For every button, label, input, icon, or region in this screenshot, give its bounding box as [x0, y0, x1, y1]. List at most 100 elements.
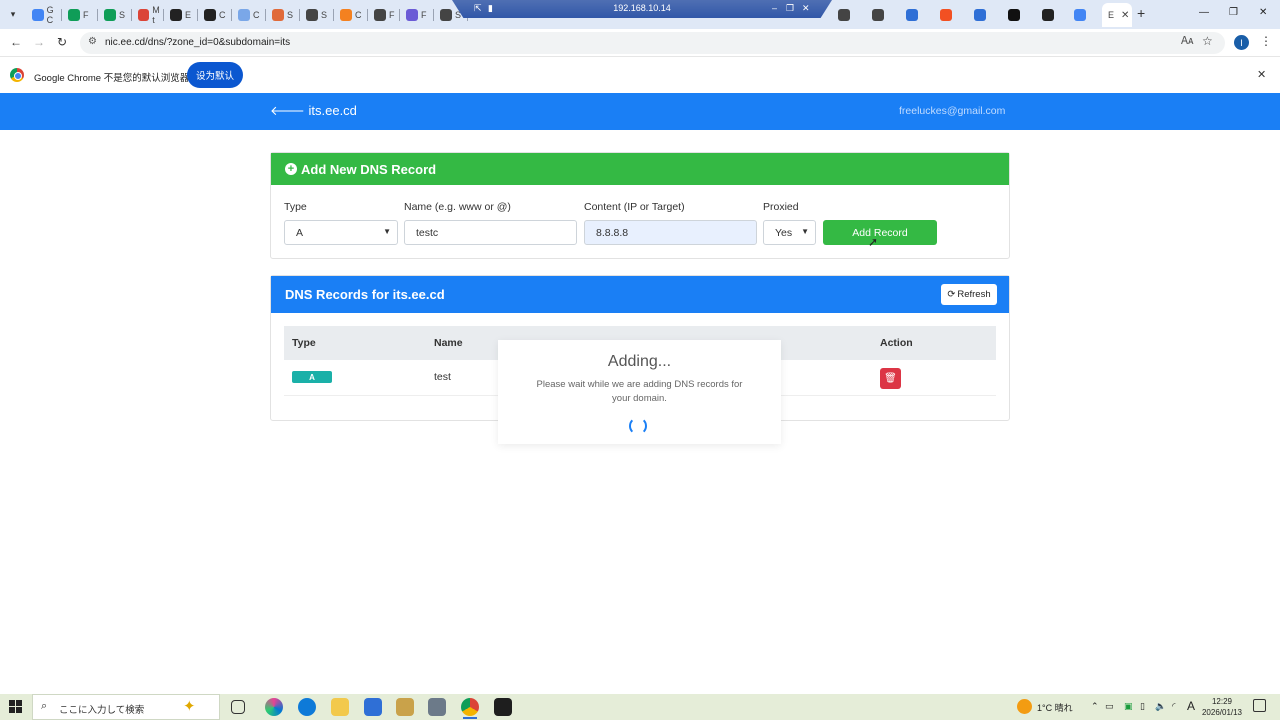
site-info-icon[interactable]: ⚙: [88, 36, 97, 47]
add-record-title: Add New DNS Record: [301, 161, 437, 177]
chevron-down-icon: ▼: [801, 227, 809, 236]
tab-favicon-icon: [1042, 9, 1054, 21]
browser-tab[interactable]: [968, 3, 1002, 27]
record-type-badge: A: [292, 371, 332, 383]
delete-record-button[interactable]: 🗑: [880, 368, 901, 389]
tab-close-icon[interactable]: ✕: [1121, 10, 1129, 21]
refresh-button[interactable]: ⟳ Refresh: [941, 284, 997, 305]
browser-tab[interactable]: [1036, 3, 1068, 27]
tab-label: S: [119, 10, 126, 20]
browser-tab[interactable]: S: [300, 3, 334, 27]
browser-tab-active[interactable]: E ✕: [1102, 3, 1132, 27]
url-text[interactable]: nic.ee.cd/dns/?zone_id=0&subdomain=its: [105, 37, 290, 48]
browser-tab[interactable]: M t: [132, 3, 164, 27]
tray-battery-icon[interactable]: ▯: [1140, 701, 1145, 712]
back-arrow-icon[interactable]: ←: [10, 35, 22, 49]
tab-favicon-icon: [906, 9, 918, 21]
set-default-button[interactable]: 设为默认: [187, 62, 243, 88]
name-input[interactable]: testc: [404, 220, 577, 245]
tab-favicon-icon: [1008, 9, 1020, 21]
browser-tab[interactable]: F: [368, 3, 400, 27]
tab-favicon-icon: [406, 9, 418, 21]
tab-label: S: [321, 10, 328, 20]
browser-tab[interactable]: [866, 3, 900, 27]
browser-tab[interactable]: [1002, 3, 1036, 27]
chevron-up-icon[interactable]: ⌃: [1091, 701, 1099, 712]
wifi-icon[interactable]: ◜: [1172, 701, 1176, 712]
chrome-taskbar-icon[interactable]: [461, 698, 479, 719]
remote-restore-icon[interactable]: ❐: [786, 3, 794, 14]
windows-start-icon[interactable]: [9, 700, 22, 713]
loading-spinner-icon: [629, 417, 647, 435]
type-select[interactable]: A ▼: [284, 220, 398, 245]
tab-label: F: [421, 10, 427, 20]
edge-icon[interactable]: [298, 698, 316, 716]
browser-tab[interactable]: S: [98, 3, 132, 27]
content-input-value: 8.8.8.8: [596, 226, 629, 239]
tab-favicon-icon: [374, 9, 386, 21]
remote-desktop-bar: ⇱ ▮ 192.168.10.14 – ❐ ✕: [452, 0, 832, 18]
tray-app-icon[interactable]: ▣: [1124, 701, 1133, 712]
browser-tab[interactable]: [900, 3, 934, 27]
infobar-close-icon[interactable]: ✕: [1257, 68, 1266, 81]
browser-tab[interactable]: [1068, 3, 1100, 27]
ime-indicator[interactable]: A: [1187, 699, 1195, 713]
browser-tab[interactable]: E: [164, 3, 198, 27]
browser-tab[interactable]: [832, 3, 866, 27]
back-to-domain-link[interactable]: 🡐 its.ee.cd: [270, 103, 357, 119]
browser-tab[interactable]: [934, 3, 968, 27]
browser-tab[interactable]: C: [334, 3, 368, 27]
proxied-select[interactable]: Yes ▼: [763, 220, 816, 245]
browser-tab[interactable]: F: [62, 3, 98, 27]
taskbar-search[interactable]: ⌕ ここに入力して検索 ✦: [32, 694, 220, 720]
reload-icon[interactable]: ↻: [57, 35, 67, 49]
outlook-icon[interactable]: [364, 698, 382, 716]
notification-icon[interactable]: [1253, 699, 1266, 712]
tab-label: E: [185, 10, 192, 20]
browser-tab[interactable]: S: [266, 3, 300, 27]
task-view-icon[interactable]: [231, 700, 245, 714]
tab-favicon-icon: [440, 9, 452, 21]
media-player-icon[interactable]: [396, 698, 414, 716]
copilot-icon[interactable]: [265, 698, 283, 716]
translate-icon[interactable]: 🗛: [1181, 35, 1193, 48]
column-header-action: Action: [880, 337, 913, 349]
infobar-message: Google Chrome 不是您的默认浏览器: [34, 73, 190, 84]
tray-network-icon[interactable]: ▭: [1105, 701, 1114, 712]
weather-text[interactable]: 1°C 晴れ: [1037, 701, 1073, 714]
remote-close-icon[interactable]: ✕: [802, 3, 810, 14]
bookmark-star-icon[interactable]: ☆: [1202, 34, 1213, 48]
tab-label: F: [389, 10, 395, 20]
new-tab-button[interactable]: +: [1137, 5, 1145, 21]
window-minimize-icon[interactable]: —: [1199, 7, 1209, 18]
speaker-icon[interactable]: 🔈: [1155, 701, 1166, 712]
address-bar[interactable]: ⚙ nic.ee.cd/dns/?zone_id=0&subdomain=its…: [80, 32, 1225, 54]
user-email[interactable]: freeluckes@gmail.com: [899, 105, 1005, 117]
content-input[interactable]: 8.8.8.8: [584, 220, 757, 245]
add-record-button[interactable]: Add Record: [823, 220, 937, 245]
search-icon: ⌕: [41, 700, 48, 712]
remote-desktop-icon[interactable]: [428, 698, 446, 716]
taskbar-clock[interactable]: 12:29 2026/01/13: [1200, 696, 1244, 718]
browser-tab[interactable]: F: [400, 3, 434, 27]
remote-minimize-icon[interactable]: –: [772, 3, 777, 13]
window-restore-icon[interactable]: ❐: [1229, 7, 1238, 18]
profile-avatar[interactable]: I: [1234, 35, 1249, 50]
browser-tab[interactable]: G C: [26, 3, 62, 27]
tab-label: F: [83, 10, 89, 20]
menu-kebab-icon[interactable]: ⋮: [1260, 34, 1272, 48]
dns-records-title: DNS Records for its.ee.cd: [285, 287, 445, 302]
tab-favicon-icon: [1074, 9, 1086, 21]
forward-arrow-icon[interactable]: →: [33, 35, 45, 49]
name-label: Name (e.g. www or @): [404, 201, 511, 213]
weather-icon[interactable]: [1017, 699, 1032, 714]
browser-tab[interactable]: C: [232, 3, 266, 27]
tab-favicon-icon: [838, 9, 850, 21]
window-close-icon[interactable]: ✕: [1259, 7, 1267, 18]
browser-tab[interactable]: C: [198, 3, 232, 27]
terminal-icon[interactable]: [494, 698, 512, 716]
tab-search-button[interactable]: ▾: [4, 5, 22, 23]
tab-favicon-icon: [170, 9, 182, 21]
file-explorer-icon[interactable]: [331, 698, 349, 716]
taskbar-search-placeholder: ここに入力して検索: [59, 705, 145, 716]
